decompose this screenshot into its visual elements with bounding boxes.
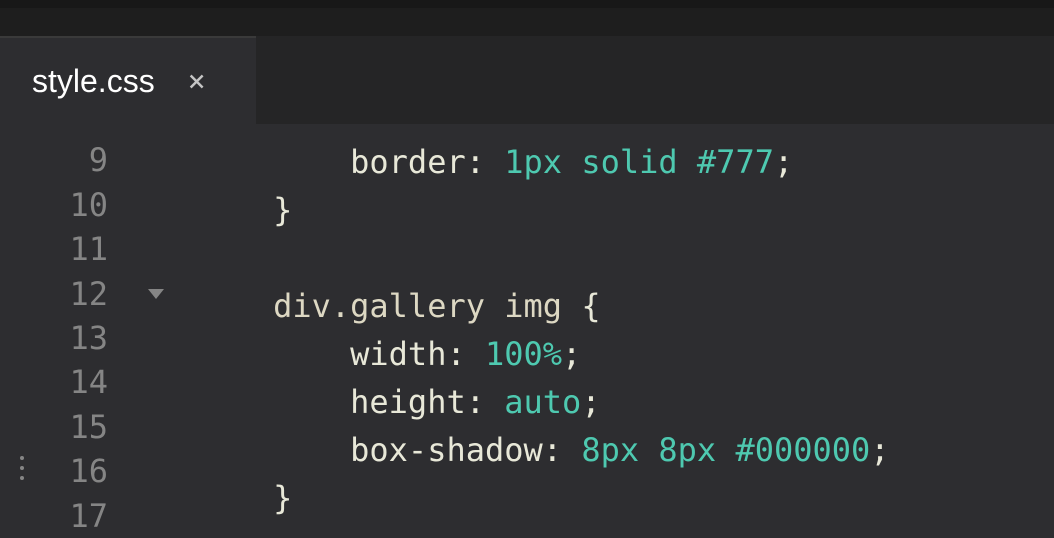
line-row: 12 bbox=[0, 271, 188, 315]
token-value: 1px bbox=[504, 143, 562, 181]
token-value: solid bbox=[581, 143, 677, 181]
line-number: 16 bbox=[0, 452, 108, 490]
token-punct bbox=[639, 431, 658, 469]
token-value: 8px bbox=[581, 431, 639, 469]
token-property: width bbox=[350, 335, 446, 373]
token-punct bbox=[562, 143, 581, 181]
token-value: auto bbox=[504, 383, 581, 421]
line-row: 15 bbox=[0, 405, 188, 449]
token-punct: ; bbox=[581, 383, 600, 421]
token-punct: ; bbox=[774, 143, 793, 181]
token-punct bbox=[716, 431, 735, 469]
editor[interactable]: 9 10 11 12 13 14 15 16 17 border: 1px solid #777… bbox=[0, 124, 1054, 538]
token-value: 100% bbox=[485, 335, 562, 373]
token-punct: ; bbox=[562, 335, 581, 373]
token-brace: { bbox=[581, 287, 600, 325]
line-number: 11 bbox=[0, 230, 108, 268]
scrollbar-track[interactable] bbox=[1036, 124, 1054, 538]
token-punct: : bbox=[466, 383, 505, 421]
line-number: 15 bbox=[0, 408, 108, 446]
code-area[interactable]: border: 1px solid #777; } div.gallery im… bbox=[188, 124, 1054, 538]
token-brace: } bbox=[273, 479, 292, 517]
gutter-dots-icon bbox=[20, 456, 24, 480]
token-property: height bbox=[350, 383, 466, 421]
token-property: border bbox=[350, 143, 466, 181]
token-punct: : bbox=[466, 143, 505, 181]
chevron-down-icon[interactable] bbox=[148, 289, 164, 299]
token-property: box-shadow bbox=[350, 431, 543, 469]
code-line[interactable]: } bbox=[196, 474, 1054, 522]
line-row: 13 bbox=[0, 316, 188, 360]
tab-label: style.css bbox=[32, 63, 155, 100]
line-number: 9 bbox=[0, 141, 108, 179]
tab-bar: style.css × bbox=[0, 36, 1054, 124]
token-selector: img bbox=[504, 287, 562, 325]
code-line[interactable]: box-shadow: 8px 8px #000000; bbox=[196, 426, 1054, 474]
code-line[interactable]: border: 1px solid #777; bbox=[196, 138, 1054, 186]
code-line[interactable]: } bbox=[196, 186, 1054, 234]
line-number: 14 bbox=[0, 363, 108, 401]
token-punct bbox=[485, 287, 504, 325]
line-row: 11 bbox=[0, 227, 188, 271]
line-row: 10 bbox=[0, 182, 188, 226]
token-punct: : bbox=[446, 335, 485, 373]
line-number: 13 bbox=[0, 319, 108, 357]
code-line[interactable]: div.gallery img { bbox=[196, 282, 1054, 330]
token-value: #000000 bbox=[735, 431, 870, 469]
line-row: 9 bbox=[0, 138, 188, 182]
code-line[interactable]: height: auto; bbox=[196, 378, 1054, 426]
token-punct: ; bbox=[870, 431, 889, 469]
token-value: 8px bbox=[658, 431, 716, 469]
line-number: 17 bbox=[0, 497, 108, 535]
line-gutter: 9 10 11 12 13 14 15 16 17 bbox=[0, 124, 188, 538]
tab-stylecss[interactable]: style.css × bbox=[0, 36, 256, 124]
line-row: 16 bbox=[0, 449, 188, 493]
line-number: 12 bbox=[0, 275, 108, 313]
code-line[interactable]: width: 100%; bbox=[196, 330, 1054, 378]
line-row: 14 bbox=[0, 360, 188, 404]
code-line[interactable] bbox=[196, 522, 1054, 538]
token-punct: : bbox=[543, 431, 582, 469]
token-value: #777 bbox=[697, 143, 774, 181]
token-punct bbox=[678, 143, 697, 181]
line-row: 17 bbox=[0, 494, 188, 538]
code-line[interactable] bbox=[196, 234, 1054, 282]
title-bar-stub bbox=[0, 0, 1054, 8]
token-selector: div bbox=[273, 287, 331, 325]
token-class: .gallery bbox=[331, 287, 485, 325]
close-icon[interactable]: × bbox=[183, 67, 211, 95]
token-brace: } bbox=[273, 191, 292, 229]
line-number: 10 bbox=[0, 186, 108, 224]
token-punct bbox=[562, 287, 581, 325]
